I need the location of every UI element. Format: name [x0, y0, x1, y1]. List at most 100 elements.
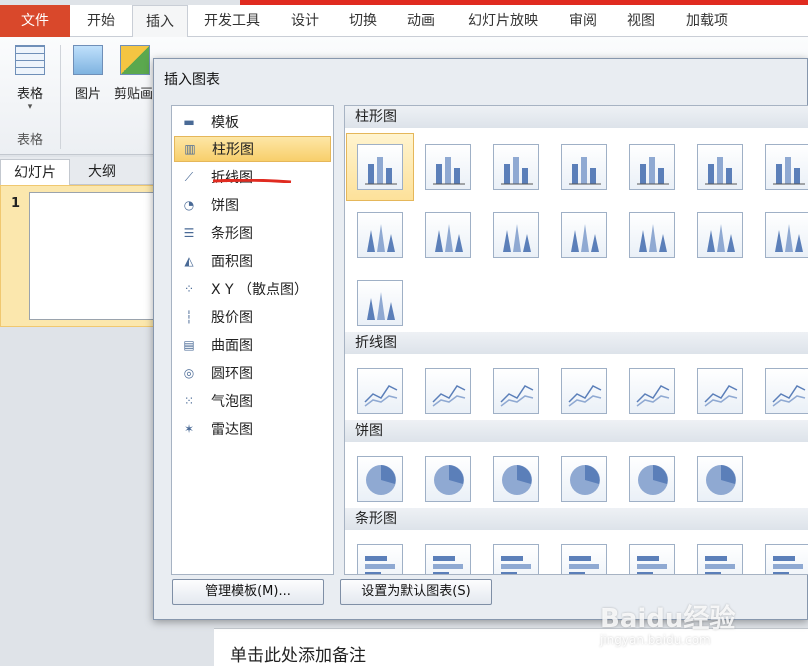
column-subtype-thumb[interactable]: [357, 144, 403, 190]
pie-subtype-thumb[interactable]: [629, 456, 675, 502]
picture-button[interactable]: 图片: [70, 45, 106, 102]
baidu-watermark: Baidu经验 jingyan.baidu.com: [600, 598, 800, 647]
line-subtype-thumb[interactable]: [697, 368, 743, 414]
column-subtype-thumb[interactable]: [561, 144, 607, 190]
picture-icon: [73, 45, 103, 75]
bar-subtype-thumb[interactable]: [629, 544, 675, 574]
category-radar[interactable]: ✶ 雷达图: [174, 416, 331, 442]
radar-chart-icon: ✶: [183, 422, 195, 436]
chart-subtype-gallery: 柱形图 折线图 饼图 条形图: [344, 105, 808, 575]
category-line[interactable]: ⟋ 折线图: [174, 164, 331, 190]
red-underline-annotation: [212, 179, 292, 183]
tab-design[interactable]: 设计: [280, 5, 330, 37]
category-stock[interactable]: ┆ 股价图: [174, 304, 331, 330]
column-3d-subtype-thumb[interactable]: [425, 212, 471, 258]
category-bubble[interactable]: ⁙ 气泡图: [174, 388, 331, 414]
tab-review[interactable]: 审阅: [558, 5, 608, 37]
category-pie[interactable]: ◔ 饼图: [174, 192, 331, 218]
line-subtype-thumb[interactable]: [629, 368, 675, 414]
line-chart-icon: ⟋: [184, 169, 194, 184]
category-templates[interactable]: ▬ 模板: [174, 109, 331, 135]
tab-developer[interactable]: 开发工具: [192, 5, 272, 37]
ribbon-separator: [60, 45, 61, 149]
category-bar[interactable]: ☰ 条形图: [174, 220, 331, 246]
column-subtype-thumb[interactable]: [493, 144, 539, 190]
bar-subtype-thumb[interactable]: [493, 544, 539, 574]
column-3d-subtype-thumb[interactable]: [561, 212, 607, 258]
table-button[interactable]: 表格 ▾: [10, 45, 50, 112]
bar-subtype-thumb[interactable]: [357, 544, 403, 574]
bar-chart-icon: ☰: [183, 226, 195, 240]
bar-subtype-thumb[interactable]: [425, 544, 471, 574]
line-subtype-thumb[interactable]: [493, 368, 539, 414]
category-scatter[interactable]: ⁘ X Y （散点图）: [174, 276, 331, 302]
tab-animations[interactable]: 动画: [396, 5, 446, 37]
clipart-button-label: 剪贴画: [114, 87, 154, 102]
column-3d-subtype-thumb[interactable]: [765, 212, 808, 258]
pie-subtype-thumb[interactable]: [697, 456, 743, 502]
bar-subtype-thumb[interactable]: [765, 544, 808, 574]
category-doughnut[interactable]: ◎ 圆环图: [174, 360, 331, 386]
column-subtype-thumb[interactable]: [425, 144, 471, 190]
tab-outline[interactable]: 大纲: [72, 159, 132, 185]
table-group-label: 表格: [16, 133, 43, 148]
pie-subtype-thumb[interactable]: [357, 456, 403, 502]
line-chart-icon: [568, 385, 602, 407]
tab-insert[interactable]: 插入: [132, 5, 188, 38]
tab-slideshow[interactable]: 幻灯片放映: [456, 5, 550, 37]
tab-home[interactable]: 开始: [72, 5, 130, 37]
line-subtype-thumb[interactable]: [425, 368, 471, 414]
manage-templates-button[interactable]: 管理模板(M)...: [172, 579, 324, 605]
folder-icon: ▬: [183, 115, 195, 129]
pie-subtype-thumb[interactable]: [561, 456, 607, 502]
chart-category-list: ▬ 模板 ▥ 柱形图 ⟋ 折线图 ◔ 饼图 ☰ 条形图 ◭ 面积图 ⁘ X Y …: [171, 105, 334, 575]
bar-subtype-thumb[interactable]: [697, 544, 743, 574]
tab-addins[interactable]: 加载项: [674, 5, 740, 37]
column-3d-subtype-thumb[interactable]: [357, 212, 403, 258]
pie-chart-icon: ◔: [183, 198, 195, 212]
bar-subtype-thumb[interactable]: [561, 544, 607, 574]
picture-button-label: 图片: [74, 87, 101, 102]
category-label: 股价图: [211, 310, 253, 326]
tab-transitions[interactable]: 切换: [338, 5, 388, 37]
column-3d-subtype-thumb[interactable]: [697, 212, 743, 258]
slide-number: 1: [11, 196, 21, 211]
col-chart-icon: [637, 157, 669, 185]
set-default-chart-button[interactable]: 设置为默认图表(S): [340, 579, 492, 605]
tab-file[interactable]: 文件: [0, 5, 70, 37]
watermark-url: jingyan.baidu.com: [600, 633, 711, 647]
category-label: 曲面图: [211, 338, 253, 354]
column-subtype-thumb[interactable]: [697, 144, 743, 190]
tab-slides[interactable]: 幻灯片: [0, 159, 70, 185]
category-area[interactable]: ◭ 面积图: [174, 248, 331, 274]
slide-thumbnail-item[interactable]: 1: [0, 185, 160, 327]
bar-chart-icon: [637, 556, 667, 574]
section-header-bar: 条形图: [345, 508, 808, 530]
tab-view[interactable]: 视图: [616, 5, 666, 37]
category-column[interactable]: ▥ 柱形图: [174, 136, 331, 162]
column-3d-subtype-thumb[interactable]: [357, 280, 403, 326]
column-3d-subtype-thumb[interactable]: [629, 212, 675, 258]
clipart-icon: [120, 45, 150, 75]
column-3d-subtype-thumb[interactable]: [493, 212, 539, 258]
clipart-button[interactable]: 剪贴画: [114, 45, 156, 102]
cone-chart-icon: [571, 224, 599, 252]
category-surface[interactable]: ▤ 曲面图: [174, 332, 331, 358]
col-chart-icon: [365, 157, 397, 185]
bar-chart-icon: [365, 556, 395, 574]
line-chart-icon: [500, 385, 534, 407]
line-subtype-thumb[interactable]: [561, 368, 607, 414]
bar-chart-icon: [569, 556, 599, 574]
line-subtype-thumb[interactable]: [765, 368, 808, 414]
scatter-chart-icon: ⁘: [183, 282, 195, 296]
dialog-title: 插入图表: [164, 72, 220, 88]
slide-thumbnail[interactable]: [29, 192, 157, 320]
category-label: 饼图: [211, 198, 239, 214]
pie-subtype-thumb[interactable]: [425, 456, 471, 502]
pie-chart-icon: [502, 465, 532, 495]
col-chart-icon: [773, 157, 805, 185]
pie-subtype-thumb[interactable]: [493, 456, 539, 502]
column-subtype-thumb[interactable]: [765, 144, 808, 190]
column-subtype-thumb[interactable]: [629, 144, 675, 190]
line-subtype-thumb[interactable]: [357, 368, 403, 414]
